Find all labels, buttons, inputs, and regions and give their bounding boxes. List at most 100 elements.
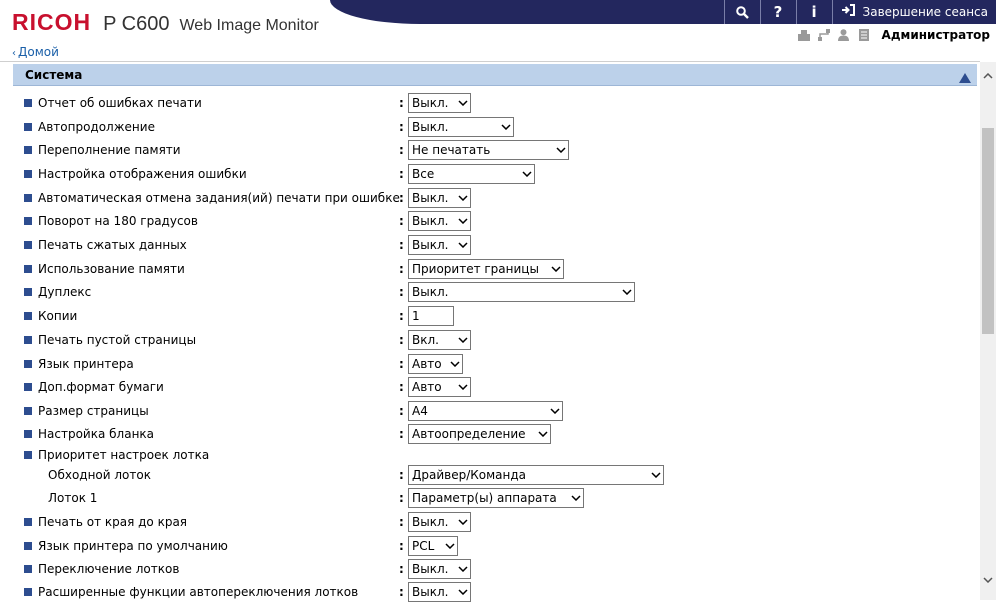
setting-row: Отчет об ошибках печати : Выкл. <box>0 92 980 114</box>
setting-select[interactable]: Авто <box>408 354 463 374</box>
setting-select[interactable]: A4 <box>408 401 563 421</box>
setting-select[interactable]: Выкл. <box>408 117 514 137</box>
setting-label: Переполнение памяти <box>38 143 181 157</box>
bullet-icon <box>24 123 32 131</box>
header: RICOH P C600 Web Image Monitor ? i Завер… <box>0 0 996 46</box>
setting-label: Печать сжатых данных <box>38 238 187 252</box>
app-name: Web Image Monitor <box>179 17 319 34</box>
chevron-down-icon <box>456 94 470 112</box>
setting-select[interactable]: Авто <box>408 377 471 397</box>
setting-row: Размер страницы : A4 <box>0 400 980 422</box>
setting-select[interactable]: Не печатать <box>408 140 569 160</box>
setting-label: Отчет об ошибках печати <box>38 96 202 110</box>
network-icon[interactable] <box>816 28 832 42</box>
setting-select[interactable]: PCL <box>408 536 458 556</box>
bullet-icon <box>24 194 32 202</box>
setting-row: Язык принтера : Авто <box>0 353 980 375</box>
info-icon: i <box>811 3 817 21</box>
breadcrumb-home[interactable]: ‹ Домой <box>12 45 59 59</box>
setting-label: Использование памяти <box>38 262 185 276</box>
setting-select[interactable]: Выкл. <box>408 512 471 532</box>
chevron-down-icon <box>554 141 568 159</box>
chevron-up-icon <box>983 73 993 79</box>
setting-select[interactable]: Вкл. <box>408 330 471 350</box>
search-icon <box>735 5 749 19</box>
setting-select[interactable]: Выкл. <box>408 211 471 231</box>
status-row: Администратор <box>792 27 990 43</box>
scroll-down-button[interactable] <box>980 572 996 588</box>
help-icon: ? <box>773 3 783 21</box>
divider <box>0 61 980 62</box>
bullet-icon <box>24 312 32 320</box>
bullet-icon <box>24 241 32 249</box>
bullet-icon <box>24 336 32 344</box>
copies-input[interactable]: 1 <box>408 306 454 326</box>
collapse-button[interactable] <box>958 69 972 83</box>
bullet-icon <box>24 99 32 107</box>
chevron-down-icon <box>569 489 583 507</box>
chevron-down-icon <box>536 425 550 443</box>
chevron-down-icon <box>456 378 470 396</box>
chevron-down-icon <box>456 583 470 601</box>
document-icon[interactable] <box>856 28 872 42</box>
user-icon[interactable] <box>836 28 852 42</box>
scroll-up-button[interactable] <box>980 68 996 84</box>
setting-select[interactable]: Выкл. <box>408 188 471 208</box>
setting-label: Автопродолжение <box>38 120 155 134</box>
help-button[interactable]: ? <box>759 0 796 24</box>
printer-status-icon[interactable] <box>796 28 812 42</box>
setting-row: Автоматическая отмена задания(ий) печати… <box>0 187 980 209</box>
setting-row: Доп.формат бумаги : Авто <box>0 376 980 398</box>
setting-label: Язык принтера <box>38 357 134 371</box>
section-header: Система <box>13 64 977 86</box>
setting-select[interactable]: Выкл. <box>408 282 635 302</box>
setting-label: Печать от края до края <box>38 515 188 529</box>
chevron-left-icon: ‹ <box>12 48 16 59</box>
setting-row: Дуплекс : Выкл. <box>0 281 980 303</box>
chevron-down-icon <box>443 537 457 555</box>
chevron-down-icon <box>649 466 663 484</box>
setting-select[interactable]: Выкл. <box>408 559 471 579</box>
chevron-down-icon <box>983 577 993 583</box>
setting-label: Поворот на 180 градусов <box>38 214 198 228</box>
setting-label: Приоритет настроек лотка <box>38 448 210 462</box>
setting-select[interactable]: Выкл. <box>408 582 471 602</box>
chevron-down-icon <box>499 118 513 136</box>
search-button[interactable] <box>723 0 760 24</box>
setting-select[interactable]: Все <box>408 164 535 184</box>
setting-select[interactable]: Выкл. <box>408 93 471 113</box>
logout-icon <box>841 4 855 20</box>
bullet-icon <box>24 565 32 573</box>
setting-row: Печать пустой страницы : Вкл. <box>0 329 980 351</box>
vertical-scrollbar[interactable] <box>980 62 996 600</box>
bullet-icon <box>24 288 32 296</box>
setting-label: Доп.формат бумаги <box>38 380 164 394</box>
scroll-thumb[interactable] <box>982 128 994 334</box>
setting-row: Печать от края до края : Выкл. <box>0 511 980 533</box>
setting-select[interactable]: Параметр(ы) аппарата <box>408 488 584 508</box>
logout-button[interactable]: Завершение сеанса <box>831 0 996 24</box>
setting-label: Лоток 1 <box>48 491 98 505</box>
chevron-down-icon <box>456 236 470 254</box>
setting-select[interactable]: Драйвер/Команда <box>408 465 664 485</box>
chevron-down-icon <box>549 260 563 278</box>
setting-row: Обходной лоток : Драйвер/Команда <box>0 464 980 486</box>
bullet-icon <box>24 217 32 225</box>
chevron-down-icon <box>456 212 470 230</box>
setting-row: Поворот на 180 градусов : Выкл. <box>0 210 980 232</box>
setting-row: Настройка отображения ошибки : Все <box>0 163 980 185</box>
setting-row: Печать сжатых данных : Выкл. <box>0 234 980 256</box>
setting-select[interactable]: Выкл. <box>408 235 471 255</box>
setting-select[interactable]: Приоритет границы <box>408 259 564 279</box>
chevron-down-icon <box>456 513 470 531</box>
setting-label: Переключение лотков <box>38 562 180 576</box>
chevron-down-icon <box>456 189 470 207</box>
setting-label: Настройка отображения ошибки <box>38 167 247 181</box>
setting-label: Автоматическая отмена задания(ий) печати… <box>38 191 400 205</box>
bullet-icon <box>24 170 32 178</box>
info-button[interactable]: i <box>795 0 832 24</box>
setting-row: Переполнение памяти : Не печатать <box>0 139 980 161</box>
ricoh-logo: RICOH <box>12 9 92 35</box>
setting-select[interactable]: Автоопределение <box>408 424 551 444</box>
setting-row: Автопродолжение : Выкл. <box>0 116 980 138</box>
